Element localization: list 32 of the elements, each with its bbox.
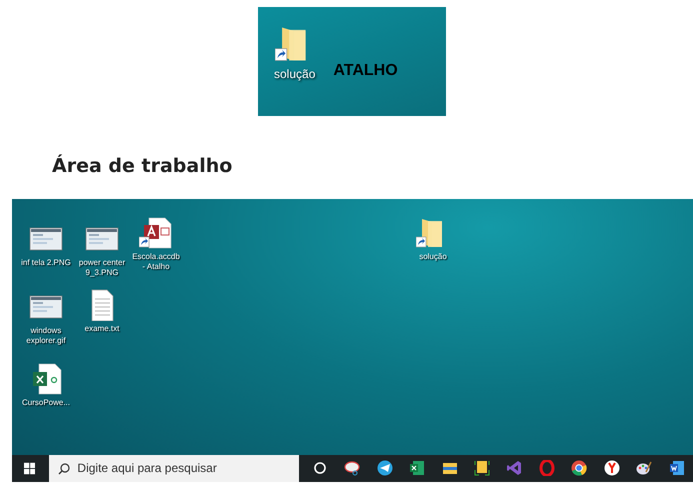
icon-label: solução [274, 66, 316, 83]
icon-label: CursoPowe... [22, 398, 70, 408]
browser-y-icon[interactable] [604, 460, 620, 476]
icon-label: exame.txt [84, 324, 120, 334]
snipping-tool-icon[interactable] [344, 460, 360, 476]
desktop-icon[interactable]: CursoPowe... [20, 362, 72, 408]
photo-app-icon[interactable] [474, 460, 490, 476]
desktop-icon[interactable]: Escola.accdb - Atalho [130, 216, 182, 272]
icon-label: Escola.accdb - Atalho [131, 252, 181, 272]
paper-plane-icon[interactable] [376, 460, 393, 476]
icon-label: inf tela 2.PNG [21, 258, 71, 268]
code-editor-icon[interactable] [506, 460, 522, 476]
desktop-icon[interactable]: windows explorer.gif [20, 290, 72, 346]
folder-icon[interactable] [442, 460, 458, 476]
document-app-icon[interactable] [668, 460, 685, 476]
icon-label: solução [419, 252, 447, 262]
windows-start-icon[interactable] [24, 462, 36, 474]
caption: ATALHO [333, 61, 398, 81]
chrome-browser-icon[interactable] [571, 460, 588, 476]
desktop-icon[interactable]: exame.txt [76, 288, 128, 334]
paint-palette-icon[interactable] [636, 460, 652, 476]
desktop-icon[interactable]: solução [407, 216, 459, 262]
search-icon [58, 462, 70, 474]
heading: Área de trabalho [52, 153, 234, 179]
desktop-icon[interactable]: power center 9_3.PNG [76, 222, 128, 278]
spreadsheet-app-icon[interactable] [409, 460, 426, 476]
icon-label: windows explorer.gif [25, 326, 67, 346]
search-field[interactable]: Digite aqui para pesquisar [49, 454, 300, 482]
icon-label: power center 9_3.PNG [78, 258, 126, 278]
cortana-circle-icon[interactable] [312, 460, 328, 476]
desktop-icon[interactable]: inf tela 2.PNG [20, 222, 72, 268]
browser-o-icon[interactable] [538, 460, 555, 476]
